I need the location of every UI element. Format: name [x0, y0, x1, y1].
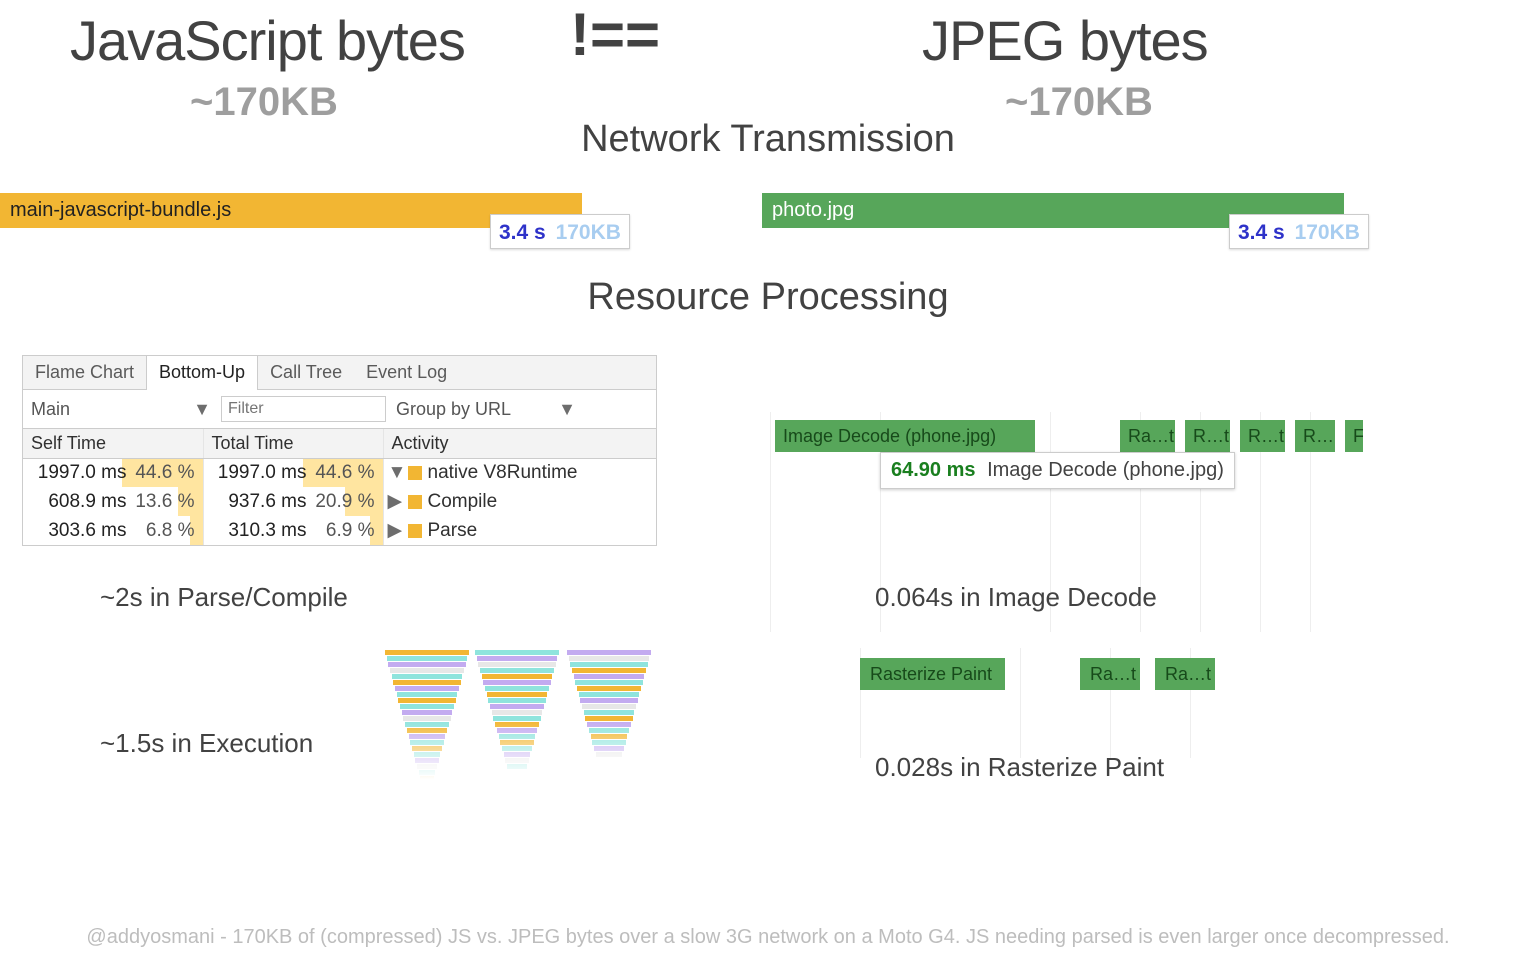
decode-chip-3: R…t	[1240, 420, 1285, 452]
col-self-time: Self Time	[23, 429, 203, 459]
group-select[interactable]: Group by URL ▼	[396, 399, 576, 420]
section-network: Network Transmission	[0, 118, 1536, 161]
chevron-down-icon: ▼	[193, 399, 211, 420]
tab-bottom-up[interactable]: Bottom-Up	[146, 356, 258, 390]
table-row[interactable]: 608.9 ms13.6 %937.6 ms20.9 %▶Compile	[23, 487, 656, 516]
section-processing: Resource Processing	[0, 276, 1536, 319]
thread-select[interactable]: Main ▼	[31, 399, 211, 420]
profiler-table: Self Time Total Time Activity 1997.0 ms4…	[23, 429, 656, 545]
devtools-filters: Main ▼ Group by URL ▼	[23, 390, 656, 429]
thread-select-value: Main	[31, 399, 70, 420]
summary-jpg-raster: 0.028s in Rasterize Paint	[875, 752, 1164, 783]
netbadge-jpg-time: 3.4 s	[1238, 221, 1285, 244]
rasterize-timeline: Rasterize Paint Ra…t Ra…t	[850, 648, 1270, 698]
netbadge-jpg: 3.4 s 170KB	[1229, 214, 1369, 249]
decode-timeline: Image Decode (phone.jpg) Ra…t R…t R…t R……	[750, 396, 1390, 482]
decode-chip-5: F	[1345, 420, 1363, 452]
summary-jpg-decode: 0.064s in Image Decode	[875, 582, 1157, 613]
decode-tooltip-label: Image Decode (phone.jpg)	[987, 459, 1224, 481]
netbadge-js-size: 170KB	[556, 221, 621, 244]
table-row[interactable]: 1997.0 ms44.6 %1997.0 ms44.6 %▼native V8…	[23, 459, 656, 488]
col-activity: Activity	[383, 429, 656, 459]
group-select-value: Group by URL	[396, 399, 511, 420]
decode-tooltip-ms: 64.90 ms	[891, 459, 976, 481]
table-row[interactable]: 303.6 ms6.8 %310.3 ms6.9 %▶Parse	[23, 516, 656, 545]
headline-jpeg: JPEG bytes	[922, 8, 1208, 73]
netbadge-js: 3.4 s 170KB	[490, 214, 630, 249]
netbadge-jpg-size: 170KB	[1295, 221, 1360, 244]
summary-js-parse: ~2s in Parse/Compile	[100, 582, 348, 613]
decode-chip-4: R…	[1295, 420, 1335, 452]
summary-js-exec: ~1.5s in Execution	[100, 728, 313, 759]
flame-graph-icon	[385, 650, 655, 790]
devtools-panel: Flame Chart Bottom-Up Call Tree Event Lo…	[22, 355, 657, 546]
decode-chip-1: Ra…t	[1120, 420, 1175, 452]
headline-js: JavaScript bytes	[70, 8, 465, 73]
decode-chip-main: Image Decode (phone.jpg)	[775, 420, 1035, 452]
ras-chip-2: Ra…t	[1080, 658, 1140, 690]
footer-credit: @addyosmani - 170KB of (compressed) JS v…	[0, 926, 1536, 949]
col-total-time: Total Time	[203, 429, 383, 459]
tab-event-log[interactable]: Event Log	[354, 356, 459, 389]
filter-input[interactable]	[221, 396, 386, 422]
tab-call-tree[interactable]: Call Tree	[258, 356, 354, 389]
ras-chip-3: Ra…t	[1155, 658, 1215, 690]
tab-flame-chart[interactable]: Flame Chart	[23, 356, 146, 389]
headline-neq: !==	[570, 0, 660, 69]
decode-tooltip: 64.90 ms Image Decode (phone.jpg)	[880, 452, 1235, 489]
netbadge-js-time: 3.4 s	[499, 221, 546, 244]
devtools-tabs: Flame Chart Bottom-Up Call Tree Event Lo…	[23, 356, 656, 390]
chevron-down-icon: ▼	[558, 399, 576, 420]
ras-chip-1: Rasterize Paint	[860, 658, 1005, 690]
decode-chip-2: R…t	[1185, 420, 1230, 452]
